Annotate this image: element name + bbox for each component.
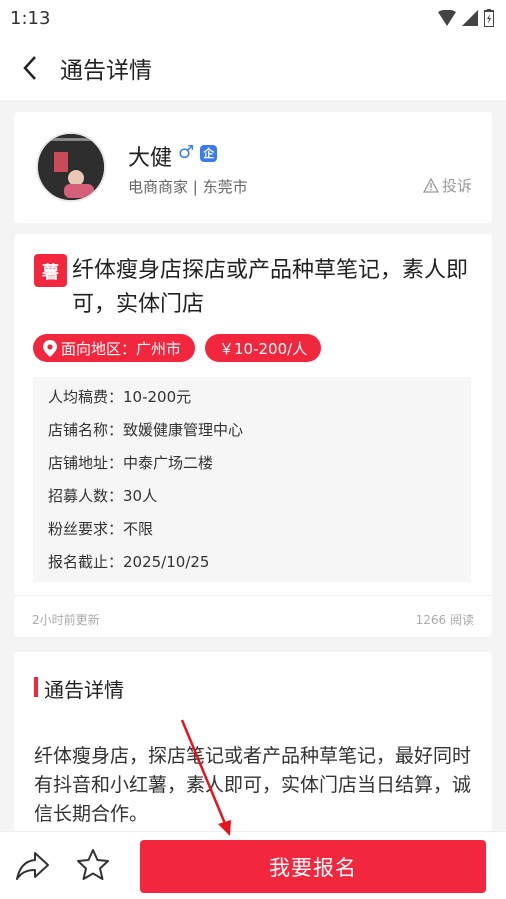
- info-box: 人均稿费：10-200元 店铺名称：致媛健康管理中心 店铺地址：中泰广场二楼 招…: [33, 377, 471, 582]
- user-badges: ♂ 企: [178, 142, 218, 163]
- signal-icon: [462, 10, 478, 26]
- info-row: 报名截止：2025/10/25: [48, 553, 210, 571]
- avatar[interactable]: [36, 132, 106, 202]
- info-row: 粉丝要求：不限: [48, 520, 154, 538]
- user-meta: 电商商家 | 东莞市: [128, 178, 248, 196]
- info-row: 招募人数：30人: [48, 487, 158, 505]
- post-card: 薯 纤体瘦身店探店或产品种草笔记，素人即可，实体门店 面向地区：广州市 ￥10-…: [14, 234, 492, 637]
- chip-row: 面向地区：广州市 ￥10-200/人: [33, 334, 322, 362]
- share-button[interactable]: [14, 846, 52, 884]
- read-count: 1266 阅读: [415, 613, 474, 627]
- signup-button[interactable]: 我要报名: [140, 840, 486, 893]
- avatar-image: [38, 134, 104, 200]
- price-chip: ￥10-200/人: [205, 334, 322, 362]
- divider: [14, 595, 492, 596]
- enterprise-badge-icon: 企: [200, 144, 218, 162]
- region-chip: 面向地区：广州市: [33, 334, 196, 362]
- battery-icon: [484, 9, 494, 27]
- section-accent-bar: [34, 677, 38, 697]
- publisher-card[interactable]: 大健 ♂ 企 电商商家 | 东莞市 投诉: [14, 112, 492, 223]
- report-button[interactable]: 投诉: [422, 175, 472, 196]
- detail-card: 通告详情 纤体瘦身店，探店笔记或者产品种草笔记，最好同时有抖音和小红薯，素人即可…: [14, 652, 492, 852]
- warning-icon: [422, 178, 439, 193]
- status-time: 1:13: [10, 7, 51, 29]
- page-title: 通告详情: [60, 58, 152, 84]
- app-bar: 通告详情: [0, 36, 506, 100]
- info-row: 店铺名称：致媛健康管理中心: [48, 421, 244, 439]
- favorite-button[interactable]: [74, 846, 112, 884]
- star-icon: [77, 849, 109, 880]
- wifi-icon: [438, 10, 456, 26]
- info-row: 人均稿费：10-200元: [48, 388, 192, 406]
- region-chip-label: 面向地区：广州市: [61, 339, 182, 358]
- status-icons: [438, 9, 494, 27]
- platform-tag-icon: 薯: [34, 254, 67, 287]
- user-name[interactable]: 大健: [128, 140, 172, 172]
- post-title: 纤体瘦身店探店或产品种草笔记，素人即可，实体门店: [72, 258, 469, 317]
- section-title: 通告详情: [44, 678, 124, 702]
- male-icon: ♂: [178, 142, 195, 163]
- status-bar: 1:13: [0, 0, 506, 36]
- share-icon: [16, 852, 49, 880]
- detail-text: 纤体瘦身店，探店笔记或者产品种草笔记，最好同时有抖音和小红薯，素人即可，实体门店…: [34, 745, 472, 825]
- updated-time: 2小时前更新: [32, 613, 100, 627]
- bottom-action-bar: 我要报名: [0, 831, 506, 899]
- location-pin-icon: [43, 339, 57, 357]
- info-row: 店铺地址：中泰广场二楼: [48, 454, 214, 472]
- back-button[interactable]: [0, 36, 60, 100]
- chevron-left-icon: [23, 56, 36, 80]
- report-label: 投诉: [441, 177, 472, 195]
